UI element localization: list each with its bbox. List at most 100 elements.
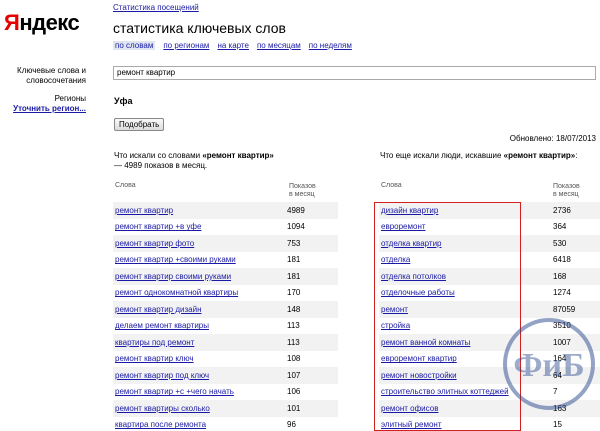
shows-count: 164 [551,350,600,367]
tab-by-months[interactable]: по месяцам [257,41,301,50]
keyword-cell: ремонт квартир ключ [113,350,285,367]
keyword-link[interactable]: ремонт квартир ключ [115,354,194,363]
submit-button[interactable]: Подобрать [114,118,165,131]
keyword-cell: отделка [379,251,551,268]
keyword-link[interactable]: элитный ремонт [381,420,442,429]
right-keywords-table: дизайн квартир 2736 евроремонт 364 отделка к… [379,202,600,431]
shows-count: 1274 [551,284,600,301]
left-keywords-table: ремонт квартир 4989 ремонт квартир +в уфе 1… [113,202,338,431]
table-row: ремонт квартир ключ 108 [113,350,338,367]
tab-by-regions[interactable]: по регионам [163,41,209,50]
keyword-link[interactable]: ремонт ванной комнаты [381,338,470,347]
logo-rest: ндекс [19,10,80,35]
shows-count: 15 [551,416,600,431]
visits-stats-link[interactable]: Статистика посещений [113,3,199,12]
tab-by-words[interactable]: по словам [113,41,156,50]
shows-count: 108 [285,350,338,367]
keyword-link[interactable]: ремонт квартир дизайн [115,305,201,314]
shows-count: 181 [285,251,338,268]
keyword-link[interactable]: ремонт квартир +своими руками [115,255,236,264]
keyword-link[interactable]: делаем ремонт квартиры [115,321,209,330]
table-row: ремонт квартир своими руками 181 [113,268,338,285]
table-row: делаем ремонт квартиры 113 [113,317,338,334]
keyword-link[interactable]: строительство элитных коттеджей [381,387,509,396]
keyword-link[interactable]: отделка потолков [381,272,446,281]
keyword-link[interactable]: евроремонт [381,222,426,231]
table-row: ремонт квартир +с +чего начать 106 [113,383,338,400]
shows-count: 1094 [285,218,338,235]
keyword-link[interactable]: стройка [381,321,410,330]
keyword-cell: евроремонт [379,218,551,235]
table-row: ремонт однокомнатной квартиры 170 [113,284,338,301]
keyword-cell: ремонт квартир +в уфе [113,218,285,235]
shows-count: 113 [285,317,338,334]
left-heading-bold: «ремонт квартир» [202,151,274,160]
shows-count: 181 [285,268,338,285]
keyword-link[interactable]: ремонт [381,305,408,314]
shows-count: 1007 [551,334,600,351]
refine-region-link[interactable]: Уточнить регион... [13,104,86,114]
keyword-cell: отделка потолков [379,268,551,285]
shows-count: 106 [285,383,338,400]
shows-count: 7 [551,383,600,400]
shows-count: 87059 [551,301,600,318]
right-col-shows-2: в месяц [553,191,579,198]
table-row: евроремонт 364 [379,218,600,235]
keyword-link[interactable]: отделка квартир [381,239,442,248]
keyword-link[interactable]: ремонт офисов [381,404,438,413]
keyword-search-input[interactable]: ремонт квартир [113,66,596,80]
table-row: ремонт квартир +своими руками 181 [113,251,338,268]
tab-on-map[interactable]: на карте [217,41,249,50]
keyword-link[interactable]: ремонт квартиры сколько [115,404,210,413]
keyword-link[interactable]: ремонт однокомнатной квартиры [115,288,238,297]
table-row: ремонт ванной комнаты 1007 [379,334,600,351]
keyword-link[interactable]: дизайн квартир [381,206,438,215]
shows-count: 107 [285,367,338,384]
keyword-link[interactable]: ремонт новостройки [381,371,457,380]
table-row: ремонт новостройки 64 [379,367,600,384]
right-heading-text-2: : [575,151,578,160]
table-row: строительство элитных коттеджей 7 [379,383,600,400]
table-row: квартиры под ремонт 113 [113,334,338,351]
keyword-link[interactable]: ремонт квартир фото [115,239,194,248]
right-heading-bold: «ремонт квартир» [503,151,576,160]
keyword-link[interactable]: ремонт квартир +в уфе [115,222,201,231]
shows-count: 530 [551,235,600,252]
keyword-cell: ремонт [379,301,551,318]
tab-by-weeks[interactable]: по неделям [309,41,352,50]
keyword-cell: ремонт квартир [113,202,285,219]
keyword-cell: ремонт квартир дизайн [113,301,285,318]
keyword-cell: ремонт офисов [379,400,551,417]
view-tabs: по словам по регионам на карте по месяца… [113,41,352,50]
keyword-cell: элитный ремонт [379,416,551,431]
keyword-cell: ремонт новостройки [379,367,551,384]
keyword-link[interactable]: отделочные работы [381,288,455,297]
keyword-cell: ремонт однокомнатной квартиры [113,284,285,301]
page-title: статистика ключевых слов [113,20,286,36]
table-row: отделочные работы 1274 [379,284,600,301]
keyword-cell: ремонт квартир +своими руками [113,251,285,268]
keyword-link[interactable]: отделка [381,255,410,264]
keyword-cell: ремонт квартиры сколько [113,400,285,417]
right-col-shows: Показов в месяц [553,183,580,199]
keyword-link[interactable]: ремонт квартир [115,206,173,215]
shows-count: 148 [285,301,338,318]
keyword-link[interactable]: ремонт квартир +с +чего начать [115,387,234,396]
keywords-label-line-2: словосочетания [26,76,86,85]
table-row: дизайн квартир 2736 [379,202,600,219]
keyword-cell: ремонт квартир фото [113,235,285,252]
keyword-cell: дизайн квартир [379,202,551,219]
yandex-logo[interactable]: Яндекс [4,10,80,36]
keyword-link[interactable]: квартира после ремонта [115,420,206,429]
keyword-link[interactable]: евроремонт квартир [381,354,457,363]
shows-count: 364 [551,218,600,235]
left-table-heading: Что искали со словами «ремонт квартир» —… [114,151,284,171]
left-col-words: Слова [115,182,136,189]
left-heading-text-1: Что искали со словами [114,151,203,160]
keyword-link[interactable]: квартиры под ремонт [115,338,194,347]
shows-count: 113 [285,334,338,351]
keyword-link[interactable]: ремонт квартир своими руками [115,272,231,281]
keyword-cell: отделочные работы [379,284,551,301]
keyword-link[interactable]: ремонт квартир под ключ [115,371,209,380]
shows-count: 163 [551,400,600,417]
